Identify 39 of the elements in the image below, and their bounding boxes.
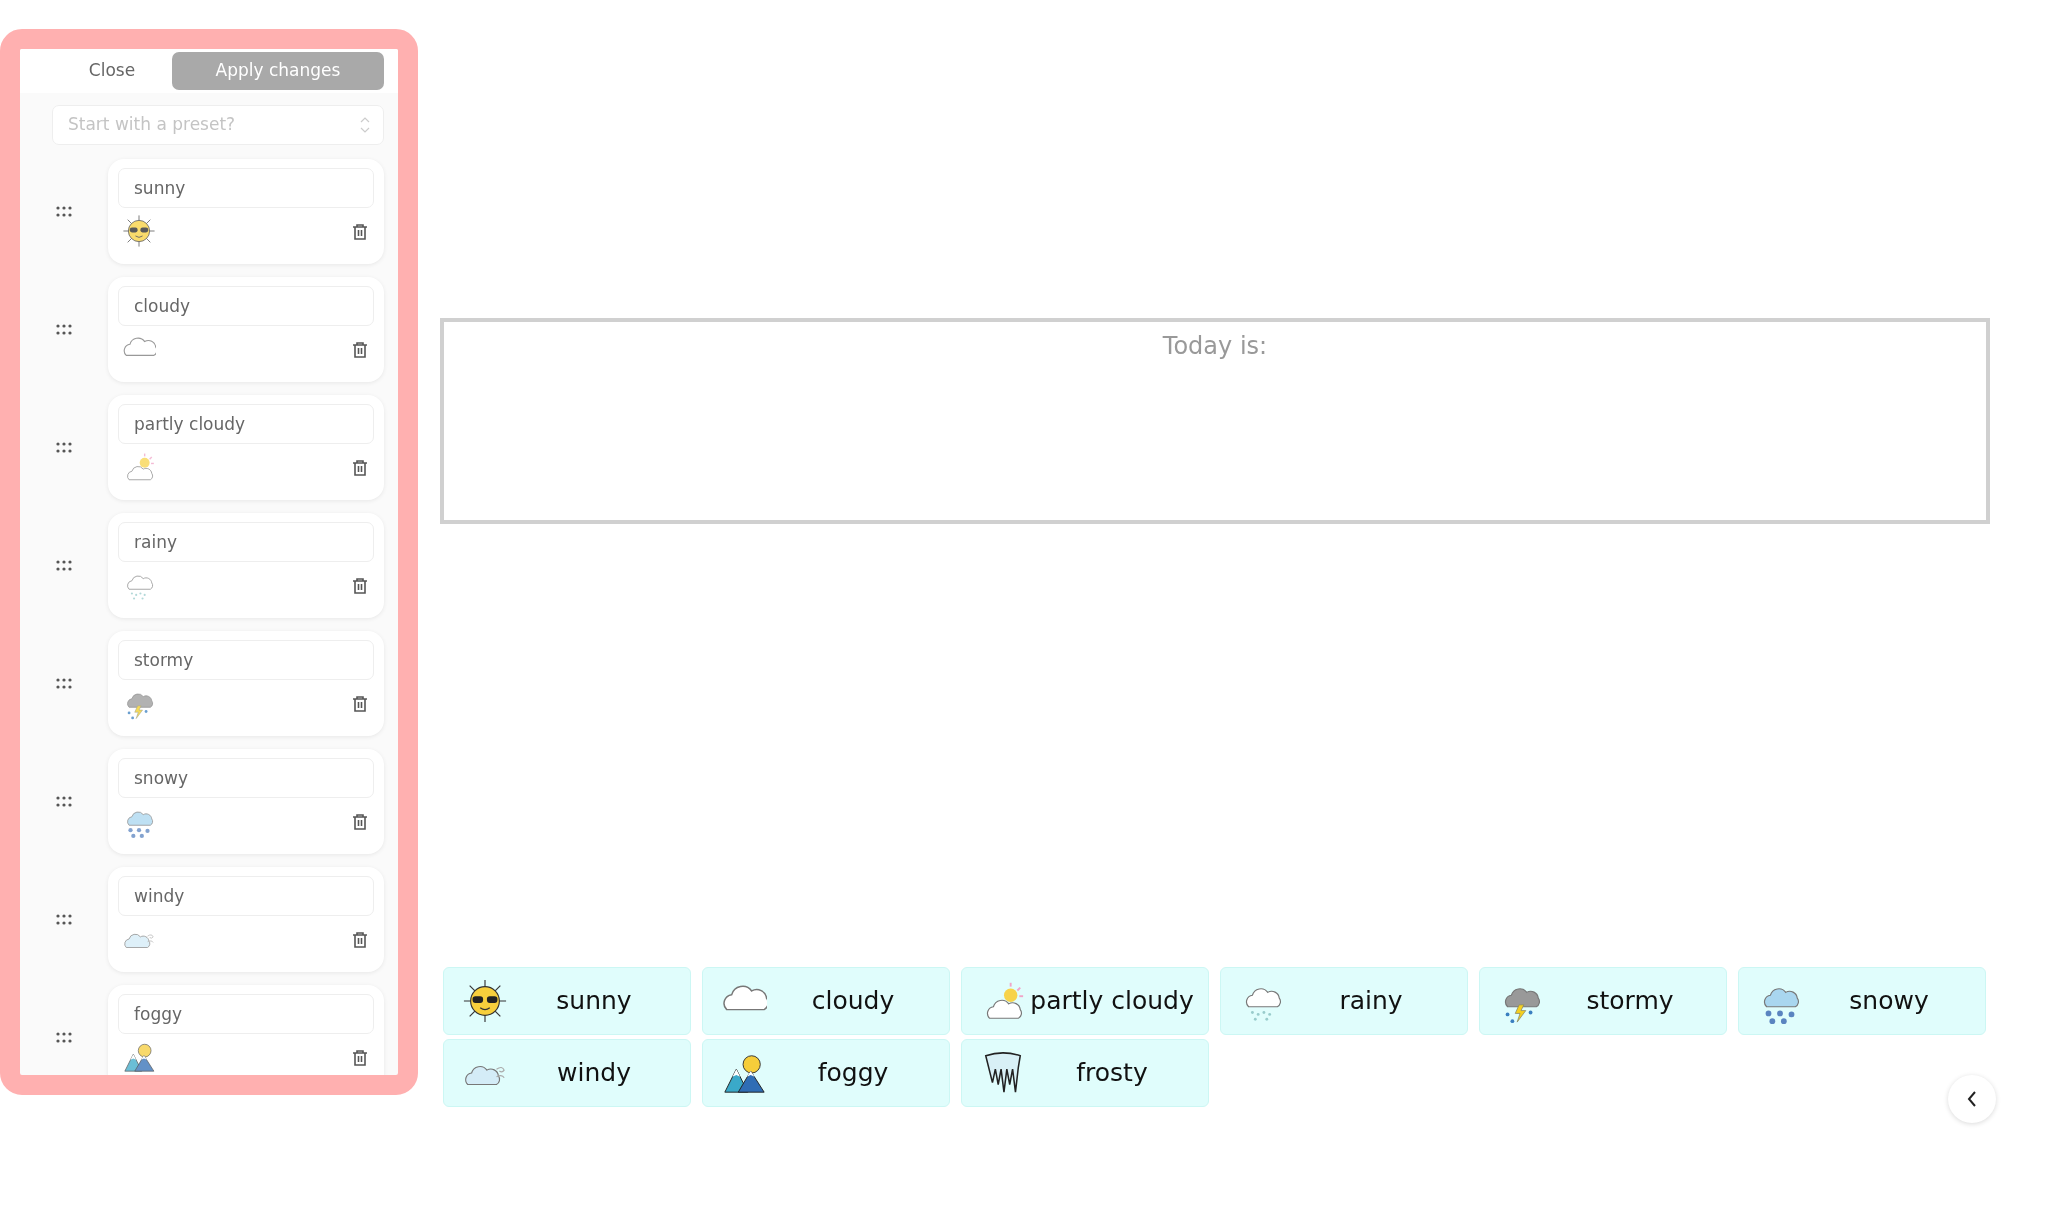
- sun-with-sunglasses-icon: [122, 214, 156, 248]
- label-input[interactable]: stormy: [118, 640, 374, 680]
- label-input[interactable]: foggy: [118, 994, 374, 1034]
- trash-icon[interactable]: [352, 458, 368, 476]
- drag-handle-icon[interactable]: [56, 914, 72, 925]
- weather-tile[interactable]: stormy: [1479, 967, 1727, 1035]
- label-input[interactable]: snowy: [118, 758, 374, 798]
- weather-tile[interactable]: foggy: [702, 1039, 950, 1107]
- weather-tile[interactable]: cloudy: [702, 967, 950, 1035]
- board-title: Today is:: [1162, 331, 1268, 362]
- drag-handle-icon[interactable]: [56, 678, 72, 689]
- weather-tile[interactable]: frosty: [961, 1039, 1209, 1107]
- weather-tile[interactable]: rainy: [1220, 967, 1468, 1035]
- trash-icon[interactable]: [352, 694, 368, 712]
- label-input[interactable]: cloudy: [118, 286, 374, 326]
- drag-handle-icon[interactable]: [56, 560, 72, 571]
- chevron-left-icon: [1966, 1090, 1978, 1108]
- sort-arrows-icon: [359, 116, 371, 134]
- trash-icon[interactable]: [352, 1048, 368, 1066]
- sun-with-sunglasses-icon: [462, 978, 508, 1024]
- drag-handle-icon[interactable]: [56, 796, 72, 807]
- weather-tile[interactable]: snowy: [1738, 967, 1986, 1035]
- weather-tile[interactable]: partly cloudy: [961, 967, 1209, 1035]
- label-input[interactable]: rainy: [118, 522, 374, 562]
- label-input[interactable]: windy: [118, 876, 374, 916]
- trash-icon[interactable]: [352, 576, 368, 594]
- weather-tile[interactable]: sunny: [443, 967, 691, 1035]
- trash-icon[interactable]: [352, 340, 368, 358]
- trash-icon[interactable]: [352, 222, 368, 240]
- trash-icon[interactable]: [352, 812, 368, 830]
- drag-handle-icon[interactable]: [56, 324, 72, 335]
- label-input[interactable]: sunny: [118, 168, 374, 208]
- close-button[interactable]: Close: [52, 52, 172, 90]
- label-input[interactable]: partly cloudy: [118, 404, 374, 444]
- drag-handle-icon[interactable]: [56, 442, 72, 453]
- drag-handle-icon[interactable]: [56, 206, 72, 217]
- weather-tile[interactable]: windy: [443, 1039, 691, 1107]
- trash-icon[interactable]: [352, 930, 368, 948]
- drag-handle-icon[interactable]: [56, 1032, 72, 1043]
